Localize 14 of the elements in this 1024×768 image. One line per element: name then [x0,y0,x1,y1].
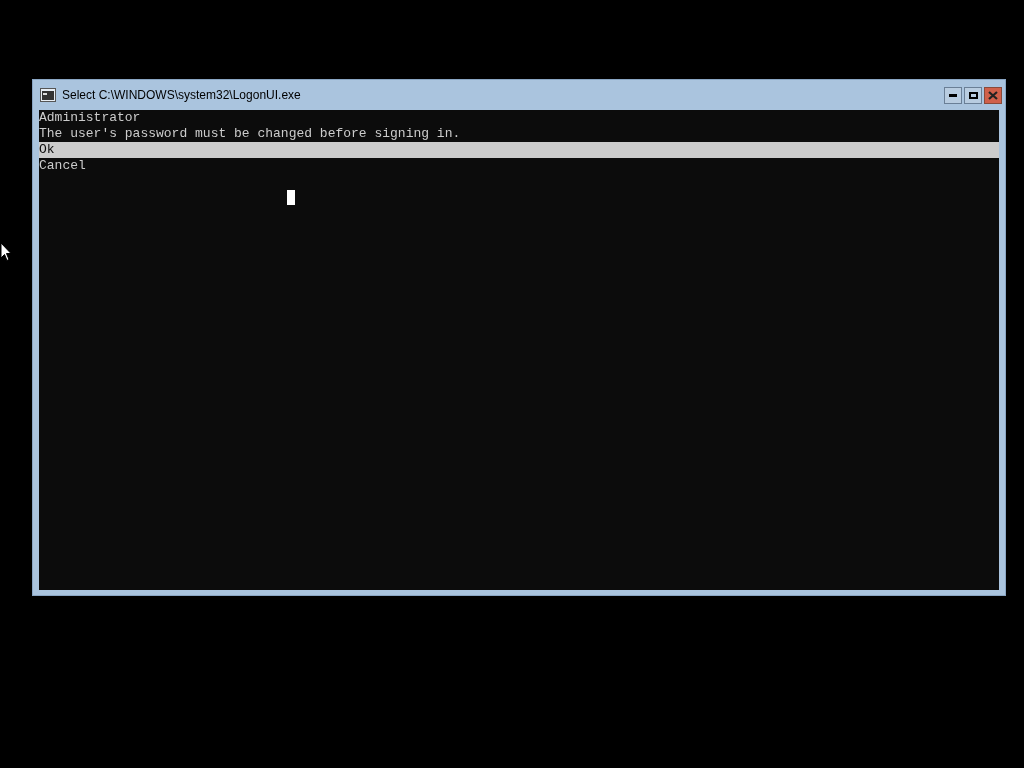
console-icon [40,88,56,102]
mouse-pointer-icon [0,242,12,262]
minimize-icon [949,93,957,97]
maximize-button[interactable] [964,86,982,104]
window-title: Select C:\WINDOWS\system32\LogonUI.exe [62,87,301,104]
console-text: Administrator [39,110,141,126]
text-cursor [287,190,295,205]
close-icon [988,90,998,100]
maximize-icon [968,91,978,99]
menu-option[interactable]: Cancel [39,158,86,174]
console-text: The user's password must be changed before signing in. [39,126,461,142]
menu-option[interactable]: Ok [39,142,999,158]
close-button[interactable] [984,86,1002,104]
minimize-button[interactable] [944,86,962,104]
